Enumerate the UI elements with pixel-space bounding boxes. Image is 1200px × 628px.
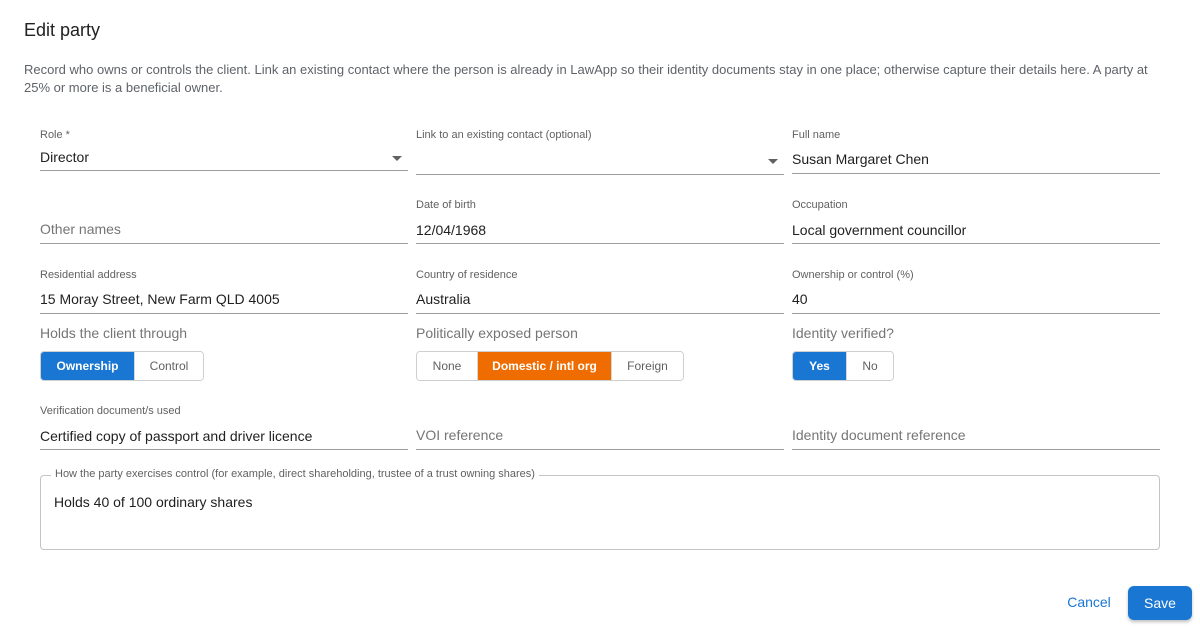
ownership-field[interactable]: Ownership or control (%) 40	[792, 267, 1160, 314]
pep-toggle: None Domestic / intl org Foreign	[416, 351, 684, 381]
other-names-field[interactable]: Other names	[40, 197, 408, 244]
contact-label: Link to an existing contact (optional)	[416, 129, 592, 141]
other-names-placeholder: Other names	[40, 221, 121, 237]
verification-doc-value: Certified copy of passport and driver li…	[40, 428, 313, 444]
cancel-button[interactable]: Cancel	[1062, 588, 1116, 616]
dialog-title: Edit party	[24, 20, 101, 40]
address-value: 15 Moray Street, New Farm QLD 4005	[40, 291, 280, 307]
dob-field[interactable]: Date of birth 12/04/1968	[416, 197, 784, 244]
occupation-value: Local government councillor	[792, 222, 967, 238]
edit-party-dialog: Edit party Record who owns or controls t…	[0, 0, 1200, 628]
identity-verified-toggle: Yes No	[792, 351, 894, 381]
dialog-intro: Record who owns or controls the client. …	[24, 62, 1148, 95]
country-value: Australia	[416, 291, 471, 307]
ownership-label: Ownership or control (%)	[792, 269, 914, 281]
control-description-textarea[interactable]: How the party exercises control (for exa…	[40, 468, 1160, 550]
pep-domestic-option[interactable]: Domestic / intl org	[478, 352, 612, 380]
role-label: Role *	[40, 129, 70, 141]
chevron-down-icon	[392, 156, 402, 161]
verification-doc-field[interactable]: Verification document/s used Certified c…	[40, 403, 408, 450]
country-label: Country of residence	[416, 269, 518, 281]
identity-doc-reference-field[interactable]: Identity document reference	[792, 403, 1160, 450]
pep-none-option[interactable]: None	[417, 352, 478, 380]
holds-through-ownership-option[interactable]: Ownership	[41, 352, 135, 380]
verification-doc-label: Verification document/s used	[40, 405, 181, 417]
full-name-label: Full name	[792, 129, 841, 141]
identity-verified-no-option[interactable]: No	[847, 352, 893, 380]
ownership-value: 40	[792, 291, 808, 307]
holds-through-label: Holds the client through	[40, 325, 188, 341]
country-field[interactable]: Country of residence Australia	[416, 267, 784, 314]
dob-value: 12/04/1968	[416, 222, 487, 238]
holds-through-toggle: Ownership Control	[40, 351, 204, 381]
voi-reference-field[interactable]: VOI reference	[416, 403, 784, 450]
control-description-label: How the party exercises control (for exa…	[51, 468, 539, 480]
full-name-field[interactable]: Full name Susan Margaret Chen	[792, 127, 1160, 174]
identity-verified-yes-option[interactable]: Yes	[793, 352, 847, 380]
pep-foreign-option[interactable]: Foreign	[612, 352, 683, 380]
occupation-label: Occupation	[792, 199, 848, 211]
address-label: Residential address	[40, 269, 137, 281]
role-select[interactable]: Role * Director	[40, 127, 408, 171]
full-name-value: Susan Margaret Chen	[792, 151, 929, 167]
address-field[interactable]: Residential address 15 Moray Street, New…	[40, 267, 408, 314]
dob-label: Date of birth	[416, 199, 476, 211]
holds-through-control-option[interactable]: Control	[135, 352, 203, 380]
voi-reference-placeholder: VOI reference	[416, 427, 504, 443]
control-description-value: Holds 40 of 100 ordinary shares	[54, 494, 253, 510]
contact-select[interactable]: Link to an existing contact (optional)	[416, 127, 784, 175]
identity-doc-reference-placeholder: Identity document reference	[792, 427, 966, 443]
identity-verified-label: Identity verified?	[792, 325, 894, 341]
role-value: Director	[40, 149, 90, 165]
occupation-field[interactable]: Occupation Local government councillor	[792, 197, 1160, 244]
save-button[interactable]: Save	[1128, 586, 1192, 620]
pep-label: Politically exposed person	[416, 325, 578, 341]
chevron-down-icon	[768, 159, 778, 164]
